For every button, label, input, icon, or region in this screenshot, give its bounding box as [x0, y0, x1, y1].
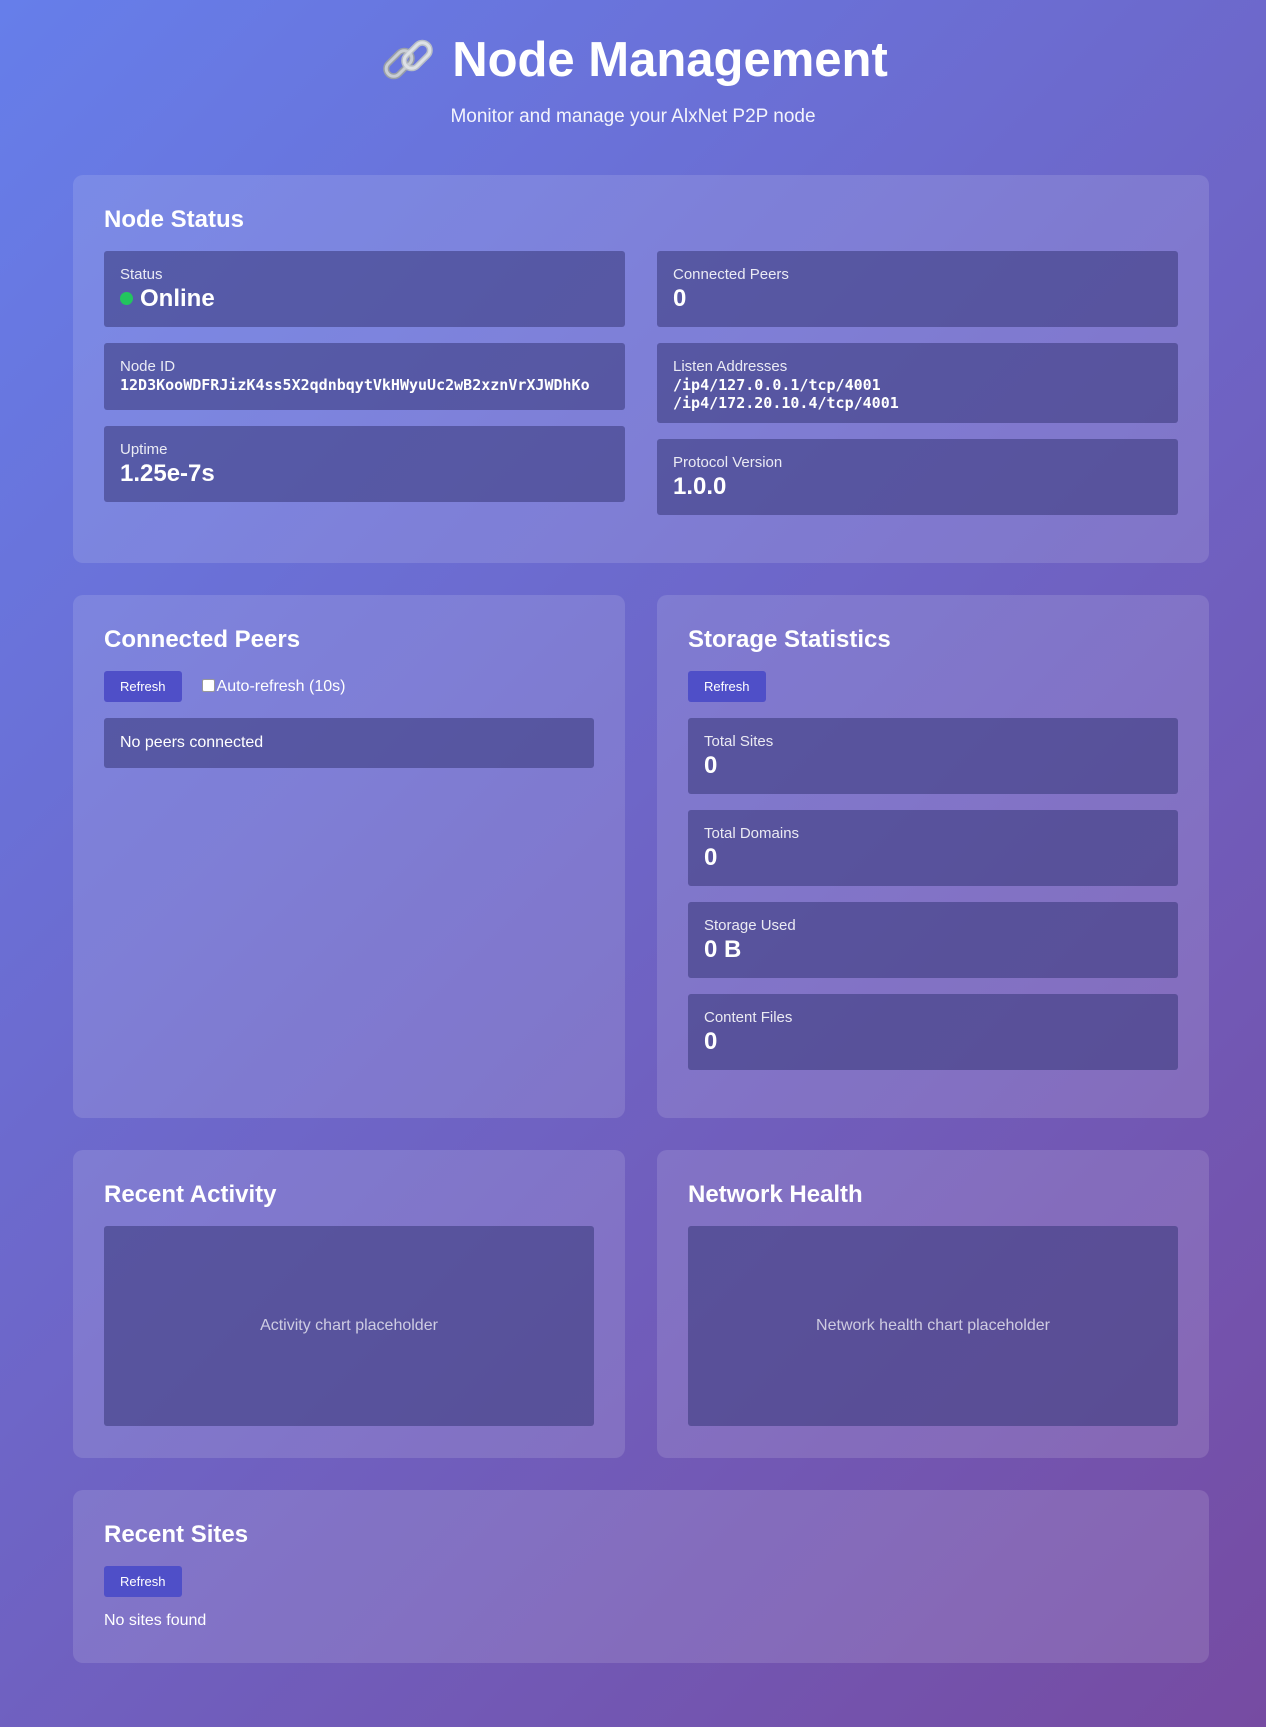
- recent-activity-card: Recent Activity Activity chart placehold…: [73, 1150, 625, 1458]
- storage-used-stat: Storage Used 0 B: [688, 902, 1178, 978]
- status-label: Status: [120, 266, 163, 283]
- peers-empty-state: No peers connected: [104, 718, 594, 768]
- listen-addresses-stat: Listen Addresses /ip4/127.0.0.1/tcp/4001…: [657, 343, 1178, 423]
- sites-empty-state: No sites found: [104, 1612, 207, 1629]
- sites-refresh-button[interactable]: Refresh: [104, 1566, 182, 1597]
- protocol-version-stat: Protocol Version 1.0.0: [657, 439, 1178, 515]
- storage-used-label: Storage Used: [704, 917, 796, 934]
- total-domains-label: Total Domains: [704, 825, 800, 842]
- activity-chart-placeholder: Activity chart placeholder: [104, 1226, 594, 1426]
- uptime-stat: Uptime 1.25e-7s: [104, 426, 625, 502]
- title-row: Node Management: [0, 30, 1266, 90]
- connected-peers-card: Connected Peers Refresh Auto-refresh (10…: [73, 595, 625, 1118]
- uptime-label: Uptime: [120, 441, 168, 458]
- listen-addresses-label: Listen Addresses: [673, 358, 788, 375]
- node-id-value: 12D3KooWDFRJizK4ss5X2qdnbqytVkHWyuUc2wB2…: [120, 376, 590, 394]
- network-health-card: Network Health Network health chart plac…: [657, 1150, 1209, 1458]
- page-header: Node Management Monitor and manage your …: [0, 0, 1266, 128]
- listen-address: /ip4/127.0.0.1/tcp/4001: [673, 376, 881, 394]
- node-status-card: Node Status Status Online Node ID 12D3Ko…: [73, 175, 1209, 563]
- content-files-stat: Content Files 0: [688, 994, 1178, 1070]
- page-title: Node Management: [452, 33, 888, 87]
- protocol-version-value: 1.0.0: [673, 473, 727, 500]
- auto-refresh-checkbox[interactable]: [201, 679, 215, 692]
- auto-refresh-toggle[interactable]: Auto-refresh (10s): [201, 677, 346, 696]
- link-icon: [383, 39, 433, 80]
- listen-address: /ip4/172.20.10.4/tcp/4001: [673, 394, 899, 412]
- total-domains-stat: Total Domains 0: [688, 810, 1178, 886]
- content-files-value: 0: [704, 1028, 718, 1055]
- storage-refresh-button[interactable]: Refresh: [688, 671, 766, 702]
- status-value: Online: [140, 285, 215, 312]
- node-id-stat: Node ID 12D3KooWDFRJizK4ss5X2qdnbqytVkHW…: [104, 343, 625, 410]
- content-files-label: Content Files: [704, 1009, 793, 1026]
- recent-activity-title: Recent Activity: [104, 1181, 277, 1208]
- total-domains-value: 0: [704, 844, 718, 871]
- recent-sites-title: Recent Sites: [104, 1521, 249, 1548]
- recent-sites-card: Recent Sites Refresh No sites found: [73, 1490, 1209, 1663]
- online-indicator-icon: [120, 292, 133, 305]
- total-sites-value: 0: [704, 752, 718, 779]
- total-sites-stat: Total Sites 0: [688, 718, 1178, 794]
- uptime-value: 1.25e-7s: [120, 460, 215, 487]
- storage-statistics-card: Storage Statistics Refresh Total Sites 0…: [657, 595, 1209, 1118]
- connected-peers-title: Connected Peers: [104, 626, 301, 653]
- peers-refresh-button[interactable]: Refresh: [104, 671, 182, 702]
- storage-statistics-title: Storage Statistics: [688, 626, 891, 653]
- network-health-chart-placeholder: Network health chart placeholder: [688, 1226, 1178, 1426]
- peers-value: 0: [673, 285, 687, 312]
- node-status-title: Node Status: [104, 206, 245, 233]
- auto-refresh-label: Auto-refresh (10s): [216, 677, 346, 695]
- status-stat: Status Online: [104, 251, 625, 327]
- peers-label: Connected Peers: [673, 266, 789, 283]
- network-health-title: Network Health: [688, 1181, 863, 1208]
- total-sites-label: Total Sites: [704, 733, 774, 750]
- page-subtitle: Monitor and manage your AlxNet P2P node: [450, 106, 816, 127]
- storage-toolbar: Refresh: [688, 671, 1178, 702]
- peers-toolbar: Refresh Auto-refresh (10s): [104, 671, 594, 702]
- protocol-version-label: Protocol Version: [673, 454, 783, 471]
- peers-stat: Connected Peers 0: [657, 251, 1178, 327]
- node-id-label: Node ID: [120, 358, 176, 375]
- status-value-row: Online: [120, 284, 609, 314]
- storage-used-value: 0 B: [704, 936, 742, 963]
